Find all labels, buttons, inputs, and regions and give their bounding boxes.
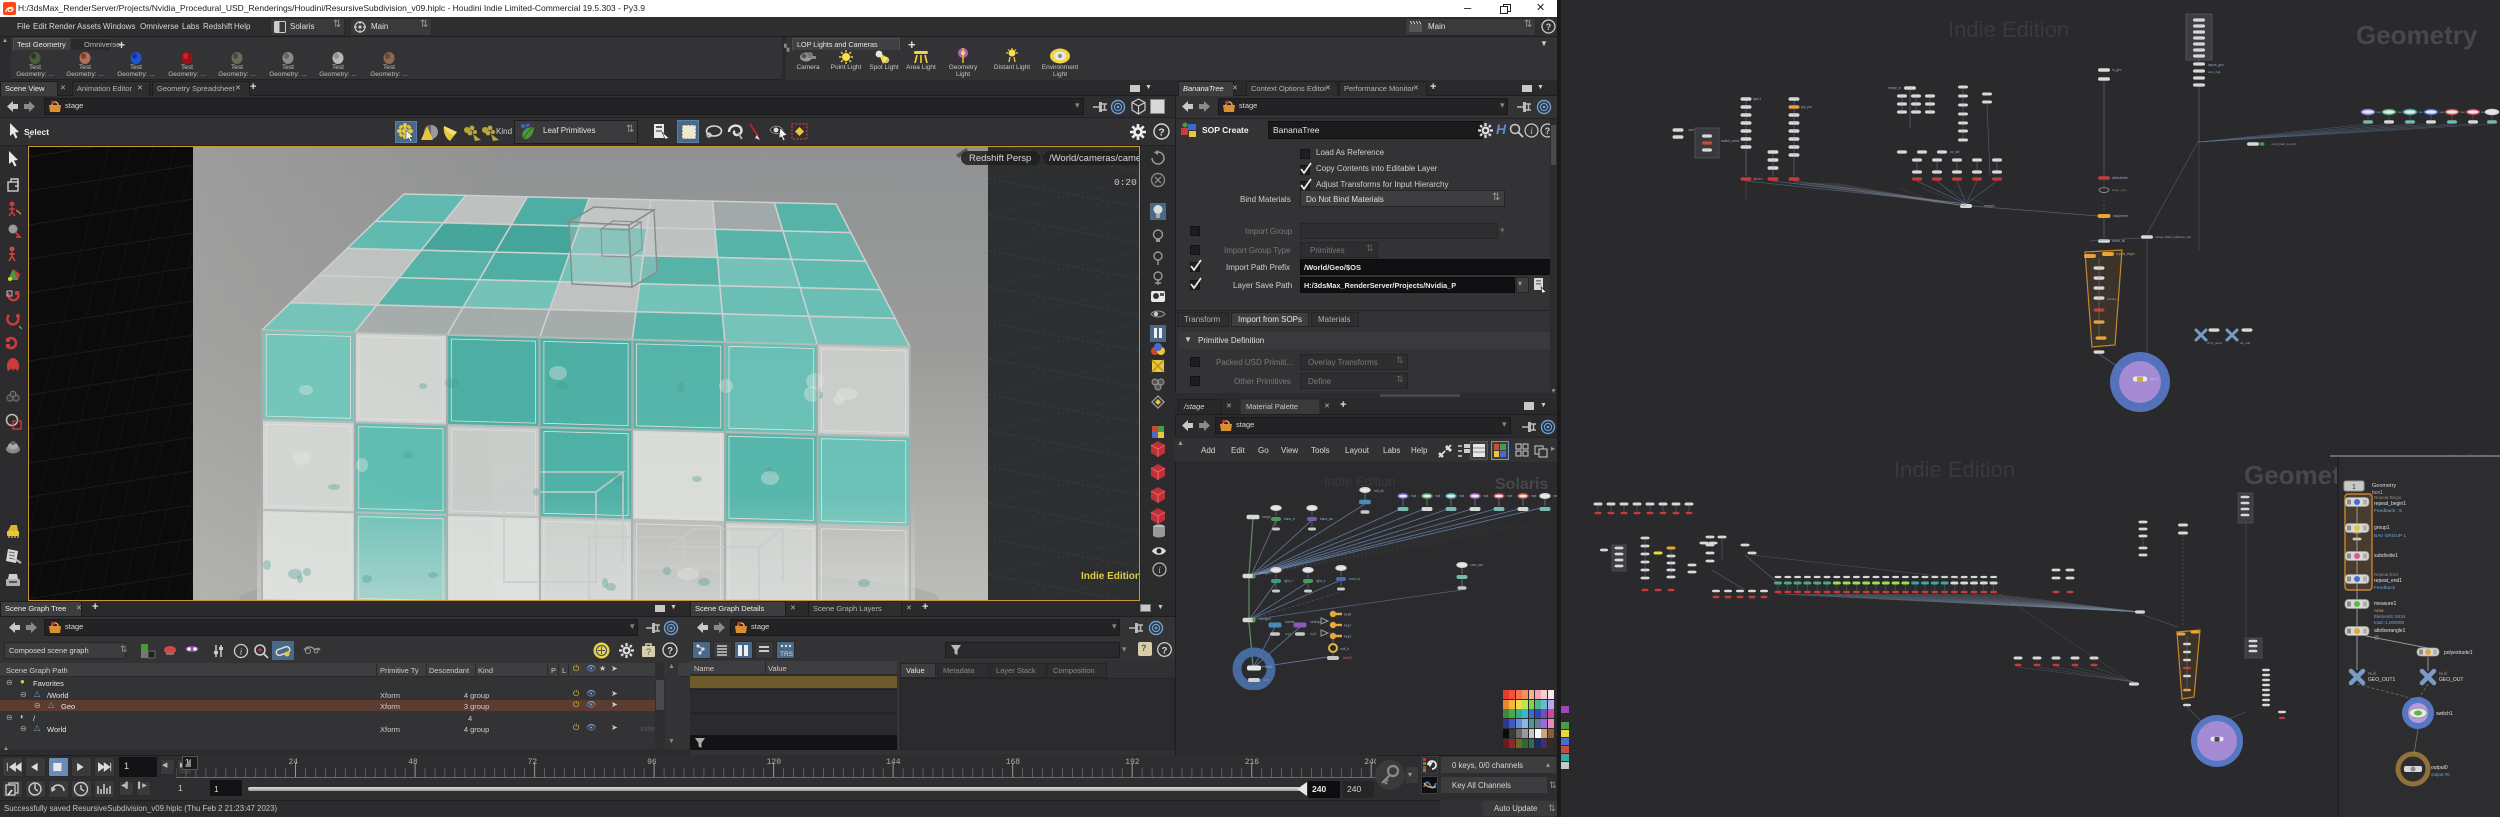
svg-text:mat: mat <box>1435 494 1440 498</box>
svg-text:group1: group1 <box>2374 525 2390 531</box>
svg-text:total:-1.000000: total:-1.000000 <box>2374 620 2405 625</box>
svg-text:Area: Area <box>2374 608 2384 613</box>
svg-text:Indie Edition: Indie Edition <box>1324 474 1396 489</box>
svg-text:stage: stage <box>1262 515 1271 519</box>
svg-text:168: 168 <box>1006 758 1021 767</box>
svg-text:mat: mat <box>2439 110 2444 114</box>
svg-text:light_t: light_t <box>1284 579 1293 583</box>
svg-text:out: out <box>1264 678 1269 682</box>
svg-text:GEO_OUT: GEO_OUT <box>2439 677 2463 683</box>
svg-text:attrde1: attrde1 <box>1753 177 1763 181</box>
svg-text:...tmp_from_&_tmb: ...tmp_from_&_tmb <box>2270 142 2296 146</box>
svg-text:edit1: edit1 <box>1265 665 1273 669</box>
svg-text:light_s: light_s <box>1316 579 1326 583</box>
svg-text:mtl_lib: mtl_lib <box>1374 489 1384 493</box>
svg-text:merge_in: merge_in <box>1888 86 1902 90</box>
svg-text:repeat_begin: repeat_begin <box>2116 252 2135 256</box>
svg-text:mat: mat <box>2418 110 2423 114</box>
svg-text:48: 48 <box>408 758 418 767</box>
svg-text:vis_null: vis_null <box>2240 341 2250 345</box>
svg-text:OUT_geoX: OUT_geoX <box>2207 341 2222 345</box>
svg-text:output #0: output #0 <box>2431 772 2450 777</box>
svg-text:clean_tmp: clean_tmp <box>2112 188 2126 192</box>
svg-text:attribwrangle1: attribwrangle1 <box>2374 628 2406 634</box>
svg-text:120: 120 <box>767 758 782 767</box>
svg-text:attribdelete: attribdelete <box>2112 176 2128 180</box>
svg-text:karma: karma <box>1285 620 1295 624</box>
svg-text:72: 72 <box>528 758 538 767</box>
svg-text:uv_set: uv_set <box>1950 150 1960 154</box>
svg-text:key8: key8 <box>1344 613 1351 617</box>
svg-text:subdivide1: subdivide1 <box>2374 553 2398 559</box>
svg-text:mat: mat <box>1459 494 1464 498</box>
svg-text:Geomet: Geomet <box>2244 460 2341 490</box>
svg-text:bana_sm: bana_sm <box>1320 517 1333 521</box>
svg-text:repeat_end1: repeat_end1 <box>2374 578 2402 584</box>
svg-text:out_0: out_0 <box>2150 377 2158 381</box>
svg-text:rop1: rop1 <box>1285 632 1292 636</box>
svg-text:mat: mat <box>1411 494 1416 498</box>
svg-text:equipment: equipment <box>2113 214 2128 218</box>
svg-text:Solaris: Solaris <box>1495 476 1548 493</box>
svg-text:output0: output0 <box>2431 765 2448 771</box>
svg-text:in_geo: in_geo <box>2112 68 2122 72</box>
svg-text:?: ? <box>1546 22 1552 32</box>
svg-text:rop2: rop2 <box>1310 632 1317 636</box>
svg-text:measure1: measure1 <box>2374 601 2396 607</box>
svg-text:bana_tr: bana_tr <box>1284 517 1296 521</box>
svg-text:i: i <box>240 647 243 657</box>
svg-text:rend_st: rend_st <box>1349 577 1360 581</box>
svg-text:GEO_OUT1: GEO_OUT1 <box>2368 677 2395 683</box>
svg-text:grp_pre: grp_pre <box>1801 105 1812 109</box>
svg-text:mat: mat <box>2376 110 2381 114</box>
svg-text:Feedback: Feedback <box>2374 585 2396 591</box>
svg-text:?: ? <box>1158 127 1164 139</box>
svg-text:subdiv_it: subdiv_it <box>2107 297 2119 301</box>
svg-text:BAV GROUP 1: BAV GROUP 1 <box>2374 533 2406 539</box>
svg-text:Geometry: Geometry <box>2356 20 2478 50</box>
svg-text:cam_set: cam_set <box>1470 563 1483 567</box>
svg-text:switch_cams: switch_cams <box>1721 139 1740 143</box>
svg-text:repeat_begin1: repeat_begin1 <box>2374 501 2406 507</box>
svg-text:i: i <box>1530 126 1533 136</box>
svg-text:cam_rig3: cam_rig3 <box>2208 70 2221 74</box>
svg-text:TRS: TRS <box>780 651 793 658</box>
svg-text:merge1: merge1 <box>1259 571 1271 575</box>
svg-text:Repeat End: Repeat End <box>2374 572 2398 577</box>
svg-text:mat: mat <box>1483 494 1488 498</box>
svg-text:Indie Edition: Indie Edition <box>1894 457 2015 482</box>
svg-text:Indie Edition: Indie Edition <box>1948 17 2069 42</box>
svg-text:1: 1 <box>2352 484 2356 491</box>
svg-text:key1: key1 <box>1344 624 1351 628</box>
svg-text:?: ? <box>667 646 673 657</box>
svg-text:mat: mat <box>2460 110 2465 114</box>
svg-text:?: ? <box>1162 646 1168 657</box>
svg-text:key3: key3 <box>1344 635 1351 639</box>
svg-text:144: 144 <box>886 758 901 767</box>
svg-text:Elements: 8434: Elements: 8434 <box>2374 614 2406 619</box>
svg-text:usdrop: usdrop <box>1310 620 1320 624</box>
svg-text:mat: mat <box>2397 110 2402 114</box>
svg-text:Geometry: Geometry <box>2372 483 2396 489</box>
svg-text:merge_GEO_subFlow_GR: merge_GEO_subFlow_GR <box>2155 235 2192 239</box>
svg-text:Null: Null <box>2368 671 2376 676</box>
svg-text:24: 24 <box>289 758 299 767</box>
svg-text:?: ? <box>646 647 651 657</box>
svg-text:Null: Null <box>2439 671 2447 676</box>
svg-text:null_k: null_k <box>1340 647 1349 651</box>
svg-text:fetch2: fetch2 <box>1343 656 1352 660</box>
svg-text:192: 192 <box>1125 758 1140 767</box>
svg-text:Repeat Begin: Repeat Begin <box>2374 495 2402 500</box>
svg-text:switch1: switch1 <box>2436 711 2453 717</box>
svg-text:layout_geo: layout_geo <box>2208 63 2224 67</box>
svg-text:mat: mat <box>1531 494 1536 498</box>
svg-text:mat: mat <box>1507 494 1512 498</box>
svg-text:216: 216 <box>1245 758 1260 767</box>
svg-text:tgeo1: tgeo1 <box>1753 97 1761 101</box>
svg-text:i: i <box>1158 565 1161 575</box>
svg-text:96: 96 <box>647 758 657 767</box>
svg-text:Feedback : 5: Feedback : 5 <box>2374 508 2402 514</box>
svg-text:polyextrude1: polyextrude1 <box>2444 650 2473 656</box>
